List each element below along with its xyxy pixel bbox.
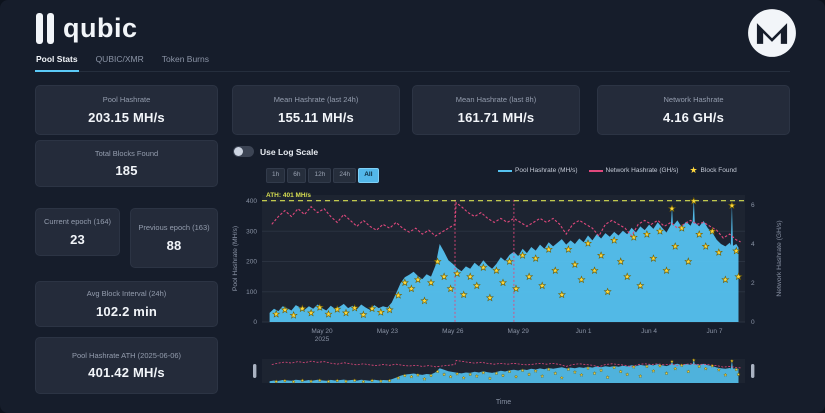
x-tick: May 20 bbox=[311, 328, 333, 335]
range-6h-button[interactable]: 6h bbox=[287, 168, 306, 183]
brush-handle-right[interactable] bbox=[751, 364, 754, 378]
ath-label: ATH: 401 MH/s bbox=[266, 192, 311, 199]
range-buttons: 1h 6h 12h 24h All bbox=[266, 168, 379, 183]
tab-pool-stats[interactable]: Pool Stats bbox=[35, 54, 79, 72]
stat-value: 23 bbox=[70, 232, 85, 247]
tab-bar: Pool Stats QUBIC/XMR Token Burns bbox=[35, 54, 790, 72]
stat-value: 203.15 MH/s bbox=[88, 110, 165, 125]
tab-token-burns[interactable]: Token Burns bbox=[161, 54, 210, 71]
stat-label: Total Blocks Found bbox=[95, 149, 158, 158]
x-tick: Jun 1 bbox=[576, 328, 592, 335]
range-all-button[interactable]: All bbox=[358, 168, 378, 183]
range-12h-button[interactable]: 12h bbox=[308, 168, 331, 183]
stat-current-epoch: Current epoch (164) 23 bbox=[35, 208, 120, 256]
qubic-logo: qubic bbox=[36, 13, 138, 44]
y-left-tick: 400 bbox=[246, 198, 257, 205]
x-tick: Jun 7 bbox=[707, 328, 723, 335]
monero-logo-icon bbox=[746, 7, 798, 59]
stat-label: Current epoch (164) bbox=[44, 217, 111, 226]
tab-qubic-xmr[interactable]: QUBIC/XMR bbox=[95, 54, 145, 71]
legend-block-found[interactable]: ★ Block Found bbox=[689, 166, 736, 175]
x-tick: May 26 bbox=[442, 328, 464, 335]
legend-pool-hashrate[interactable]: Pool Hashrate (MH/s) bbox=[498, 167, 578, 174]
stat-value: 4.16 GH/s bbox=[663, 110, 724, 125]
pool-dashboard: qubic Pool Stats QUBIC/XMR Token Burns P… bbox=[0, 0, 825, 413]
chart-svg[interactable]: 0 100 200 300 400 0 2 4 6 ATH: 401 MH/s May 202025… bbox=[228, 183, 803, 411]
y-right-tick: 2 bbox=[751, 280, 755, 287]
stat-label: Mean Hashrate (last 8h) bbox=[456, 95, 536, 104]
stat-label: Mean Hashrate (last 24h) bbox=[274, 95, 359, 104]
x-axis-title: Time bbox=[496, 399, 511, 406]
stat-value: 185 bbox=[115, 163, 137, 178]
stat-value: 161.71 MH/s bbox=[458, 110, 535, 125]
stat-label: Network Hashrate bbox=[663, 95, 723, 104]
y-left-tick: 0 bbox=[253, 319, 257, 326]
log-scale-label: Use Log Scale bbox=[260, 147, 318, 157]
chart-legend: Pool Hashrate (MH/s) Network Hashrate (G… bbox=[498, 166, 737, 175]
y-left-tick: 300 bbox=[246, 228, 257, 235]
star-icon: ★ bbox=[689, 166, 697, 175]
stat-label: Pool Hashrate ATH (2025-06-06) bbox=[72, 351, 181, 360]
stat-pool-hashrate-ath: Pool Hashrate ATH (2025-06-06) 401.42 MH… bbox=[35, 337, 218, 394]
legend-label: Pool Hashrate (MH/s) bbox=[515, 167, 578, 174]
x-tick: Jun 4 bbox=[641, 328, 657, 335]
y-right-tick: 0 bbox=[751, 319, 755, 326]
range-24h-button[interactable]: 24h bbox=[333, 168, 356, 183]
hashrate-chart[interactable]: 0 100 200 300 400 0 2 4 6 ATH: 401 MH/s May 202025… bbox=[228, 183, 803, 413]
stat-previous-epoch: Previous epoch (163) 88 bbox=[130, 208, 218, 268]
toggle-knob bbox=[234, 147, 243, 156]
y-right-tick: 6 bbox=[751, 202, 755, 209]
stat-value: 88 bbox=[167, 238, 182, 253]
legend-network-hashrate[interactable]: Network Hashrate (GH/s) bbox=[589, 167, 679, 174]
stat-avg-block-interval: Avg Block Interval (24h) 102.2 min bbox=[35, 281, 218, 327]
stat-network-hashrate: Network Hashrate 4.16 GH/s bbox=[597, 85, 790, 135]
range-1h-button[interactable]: 1h bbox=[266, 168, 285, 183]
legend-label: Block Found bbox=[701, 167, 737, 174]
legend-label: Network Hashrate (GH/s) bbox=[606, 167, 679, 174]
log-scale-toggle[interactable] bbox=[233, 146, 254, 157]
brand-name: qubic bbox=[63, 13, 138, 44]
brush-handle-left[interactable] bbox=[253, 364, 256, 378]
qubic-bars-icon bbox=[36, 13, 54, 44]
stat-mean-hashrate-24h: Mean Hashrate (last 24h) 155.11 MH/s bbox=[232, 85, 400, 135]
y-left-axis-title: Pool Hashrate (MH/s) bbox=[232, 226, 239, 291]
stat-value: 102.2 min bbox=[96, 304, 157, 319]
stat-value: 401.42 MH/s bbox=[88, 365, 165, 380]
pool-line-swatch-icon bbox=[498, 170, 512, 172]
y-right-axis-title: Network Hashrate (GH/s) bbox=[776, 220, 783, 296]
x-tick-year: 2025 bbox=[315, 336, 330, 343]
stat-label: Avg Block Interval (24h) bbox=[87, 289, 166, 298]
stat-mean-hashrate-8h: Mean Hashrate (last 8h) 161.71 MH/s bbox=[412, 85, 580, 135]
stat-label: Previous epoch (163) bbox=[138, 223, 209, 232]
stat-label: Pool Hashrate bbox=[103, 95, 151, 104]
y-left-tick: 200 bbox=[246, 259, 257, 266]
log-scale-row: Use Log Scale bbox=[233, 146, 318, 157]
stat-value: 155.11 MH/s bbox=[278, 110, 354, 125]
x-tick: May 23 bbox=[377, 328, 399, 335]
y-right-tick: 4 bbox=[751, 241, 755, 248]
x-tick: May 29 bbox=[508, 328, 530, 335]
stat-pool-hashrate: Pool Hashrate 203.15 MH/s bbox=[35, 85, 218, 135]
y-left-tick: 100 bbox=[246, 289, 257, 296]
stat-total-blocks: Total Blocks Found 185 bbox=[35, 140, 218, 187]
brush-navigator[interactable] bbox=[253, 358, 754, 383]
network-line-swatch-icon bbox=[589, 170, 603, 172]
